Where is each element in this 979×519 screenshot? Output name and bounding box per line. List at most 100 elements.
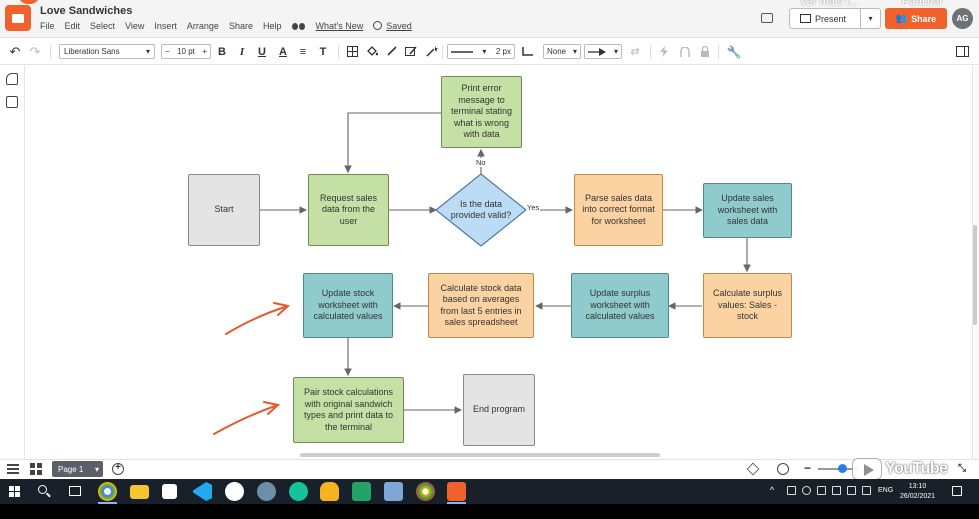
chevron-down-icon[interactable]: ▾ (95, 465, 99, 474)
spreadsheet-icon[interactable] (352, 482, 371, 501)
decrease-size-button[interactable]: − (165, 47, 170, 56)
whats-new-link[interactable]: What's New (316, 21, 364, 31)
bold-button[interactable]: B (215, 44, 229, 59)
lock-icon[interactable] (699, 44, 711, 59)
menu-select[interactable]: Select (90, 21, 115, 31)
vertical-scrollbar[interactable] (973, 225, 977, 325)
document-title[interactable]: Love Sandwiches (40, 5, 132, 17)
wrench-icon[interactable]: 🔧 (727, 44, 742, 59)
node-calc-surplus[interactable]: Calculate surplus values: Sales - stock (703, 273, 792, 338)
node-calc-surplus-label: Calculate surplus values: Sales - stock (712, 288, 783, 322)
chrome-canary-icon[interactable] (416, 482, 435, 501)
task-view-icon[interactable] (69, 486, 81, 496)
notepad-icon[interactable] (384, 482, 403, 501)
underline-button[interactable]: U (255, 44, 269, 59)
font-size-value[interactable]: 10 pt (177, 47, 195, 56)
windows-start-icon[interactable] (9, 486, 20, 497)
italic-button[interactable]: I (235, 44, 249, 59)
menu-insert[interactable]: Insert (154, 21, 177, 31)
font-size-stepper[interactable]: − 10 pt + (161, 44, 211, 59)
text-options-button[interactable]: T (316, 44, 330, 59)
file-explorer-icon[interactable] (130, 485, 149, 499)
menu-file[interactable]: File (40, 21, 55, 31)
comment-icon[interactable] (761, 13, 773, 23)
layers-icon[interactable] (746, 462, 760, 476)
connector-style-icon[interactable] (521, 44, 535, 59)
increase-size-button[interactable]: + (202, 47, 207, 56)
line-color-icon[interactable] (385, 44, 399, 59)
slack-icon[interactable] (225, 482, 244, 501)
system-clock[interactable]: 13:10 26/02/2021 (900, 482, 935, 502)
navigate-icon[interactable] (777, 463, 789, 475)
menu-help[interactable]: Help (263, 21, 282, 31)
search-icon[interactable] (38, 485, 47, 494)
zoom-slider-handle[interactable] (838, 464, 847, 473)
menu-edit[interactable]: Edit (65, 21, 81, 31)
shape-icon[interactable] (679, 44, 691, 59)
line-end-select[interactable]: ▾ (584, 44, 622, 59)
swap-icon[interactable]: ⇄ (628, 44, 642, 59)
node-pair-stock[interactable]: Pair stock calculations with original sa… (293, 377, 404, 443)
volume-icon[interactable] (862, 486, 871, 495)
lucidchart-taskbar-icon[interactable] (447, 482, 466, 501)
align-button[interactable]: ≡ (296, 44, 310, 59)
menu-arrange[interactable]: Arrange (187, 21, 219, 31)
node-start[interactable]: Start (188, 174, 260, 246)
add-page-button[interactable]: + (112, 463, 124, 475)
node-request-sales[interactable]: Request sales data from the user (308, 174, 389, 246)
list-view-icon[interactable] (7, 464, 19, 474)
present-button[interactable]: Present ▾ (789, 8, 881, 29)
magic-wand-icon[interactable] (425, 44, 439, 59)
app-icon[interactable] (257, 482, 276, 501)
vscode-icon[interactable] (193, 482, 212, 501)
cloud-icon[interactable] (802, 486, 811, 495)
lightning-icon[interactable] (658, 44, 670, 59)
grammarly-icon[interactable] (289, 482, 308, 501)
fill-color-icon[interactable] (365, 44, 379, 59)
table-icon[interactable] (345, 44, 359, 59)
wifi-icon[interactable] (847, 486, 856, 495)
store-icon[interactable] (162, 484, 177, 499)
duck-app-icon[interactable] (320, 482, 339, 501)
image-edit-icon[interactable] (404, 44, 418, 59)
line-start-select[interactable]: None ▾ (543, 44, 581, 59)
node-update-sales[interactable]: Update sales worksheet with sales data (703, 183, 792, 238)
chrome-icon[interactable] (98, 482, 117, 501)
horizontal-scrollbar[interactable] (300, 453, 660, 457)
page-tab[interactable]: Page 1 ▾ (52, 461, 103, 477)
font-family-select[interactable]: Liberation Sans ▾ (59, 44, 155, 59)
notifications-icon[interactable] (952, 486, 962, 496)
data-icon[interactable] (6, 96, 18, 108)
grid-view-icon[interactable] (30, 463, 42, 475)
usb-icon[interactable] (787, 486, 796, 495)
line-style-select[interactable]: ▾ 2 px (447, 44, 515, 59)
redo-icon[interactable]: ↷ (28, 44, 42, 59)
shapes-icon[interactable] (6, 73, 18, 85)
lucidchart-logo-icon[interactable] (5, 5, 31, 31)
node-update-surplus[interactable]: Update surplus worksheet with calculated… (571, 273, 669, 338)
menu-share[interactable]: Share (229, 21, 253, 31)
battery-icon[interactable] (832, 486, 841, 495)
diagram-canvas[interactable]: Start Request sales data from the user I… (26, 66, 972, 459)
collapse-icon[interactable]: ⤡ (958, 463, 966, 474)
chevron-up-icon[interactable]: ^ (770, 485, 774, 495)
language-indicator[interactable]: ENG (878, 487, 893, 494)
undo-icon[interactable]: ↶ (8, 44, 22, 59)
binoculars-icon[interactable] (291, 22, 306, 31)
share-button[interactable]: 👥 Share (885, 8, 947, 29)
panel-toggle-icon[interactable] (955, 44, 969, 59)
node-end-program[interactable]: End program (463, 374, 535, 446)
font-family-value: Liberation Sans (64, 47, 120, 56)
onedrive-icon[interactable] (817, 486, 826, 495)
node-parse-sales[interactable]: Parse sales data into correct format for… (574, 174, 663, 246)
node-print-error[interactable]: Print error message to terminal stating … (441, 76, 522, 148)
menu-view[interactable]: View (125, 21, 144, 31)
zoom-out-button[interactable]: − (804, 461, 811, 475)
avatar[interactable]: AG (952, 8, 973, 29)
node-update-stock[interactable]: Update stock worksheet with calculated v… (303, 273, 393, 338)
node-calc-stock[interactable]: Calculate stock data based on averages f… (428, 273, 534, 338)
edge-error-request[interactable] (344, 112, 441, 174)
chevron-down-icon[interactable]: ▾ (860, 9, 880, 28)
font-color-button[interactable]: A (276, 44, 290, 59)
node-start-label: Start (214, 204, 234, 215)
